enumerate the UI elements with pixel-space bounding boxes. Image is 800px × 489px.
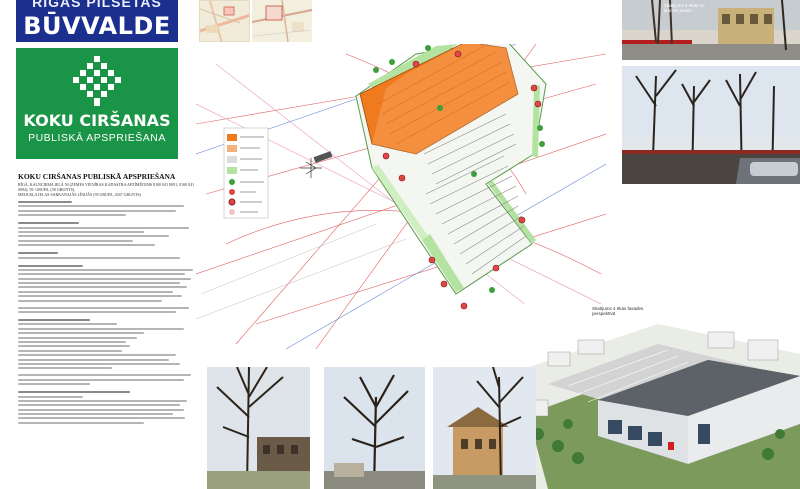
document-address-2: MEIJUSĻA IELAS SARKANAJĀS LĪNIJĀS (59 GR… <box>18 192 141 197</box>
announcement-document: KOKU CIRŠANAS PUBLISKĀ APSPRIEŠANA RĪGĀ,… <box>18 172 198 424</box>
badge-title: KOKU CIRŠANAS <box>23 111 171 130</box>
tree-photo-2 <box>324 367 425 489</box>
street-photo-2 <box>622 66 800 184</box>
rendering-caption: Skatījums 4 ēkas fasades perspektīvā <box>592 306 644 316</box>
cadastral-map-thumbnail <box>252 0 312 42</box>
badge-subtitle: PUBLISKĀ APSPRIEŠANA <box>28 132 166 144</box>
tree-cutting-badge: KOKU CIRŠANAS PUBLISKĀ APSPRIEŠANA <box>16 48 178 159</box>
tree-icon <box>73 56 121 106</box>
document-body-text <box>18 201 198 424</box>
tree-photo-3 <box>433 367 536 489</box>
buvvalde-logo: RĪGAS PILSĒTAS BŪVVALDE <box>16 0 178 42</box>
location-map-thumbnail <box>199 0 250 42</box>
photo-1-caption: Skatījums 4 ēkas no kreisās puses <box>664 3 705 13</box>
plan-legend <box>223 127 269 219</box>
tree-photo-1 <box>207 367 310 489</box>
logo-main-line: BŪVVALDE <box>23 12 171 40</box>
street-photo-1: Skatījums 4 ēkas no kreisās puses <box>622 0 800 60</box>
document-address-1: RĪGĀ, KALNCIEMA IELĀ 50 (ZEMES VIENĪBAS … <box>18 182 195 192</box>
rendering-3d: Skatījums 4 ēkas fasades perspektīvā <box>508 304 800 489</box>
document-title: KOKU CIRŠANAS PUBLISKĀ APSPRIEŠANA <box>18 172 176 181</box>
logo-top-line: RĪGAS PILSĒTAS <box>32 0 162 10</box>
